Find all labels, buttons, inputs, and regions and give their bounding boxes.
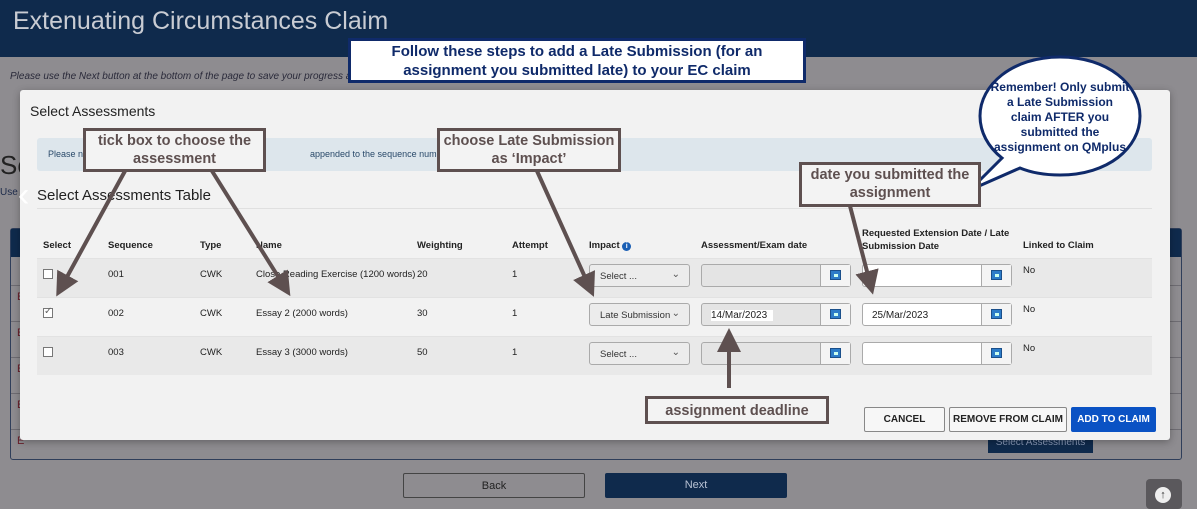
- arrow: [56, 170, 127, 297]
- impact-callout: choose Late Submission as ‘Impact’: [437, 128, 621, 172]
- arrow: [210, 169, 291, 297]
- steps-callout: Follow these steps to add a Late Submiss…: [348, 38, 806, 83]
- submitted-date-callout: date you submitted the assignment: [799, 162, 981, 207]
- tick-box-callout: tick box to choose the assessment: [83, 128, 266, 172]
- deadline-callout: assignment deadline: [645, 396, 829, 424]
- arrow: [535, 170, 595, 297]
- arrow: [848, 205, 879, 295]
- remember-callout: Remember! Only submit a Late Submission …: [990, 80, 1130, 154]
